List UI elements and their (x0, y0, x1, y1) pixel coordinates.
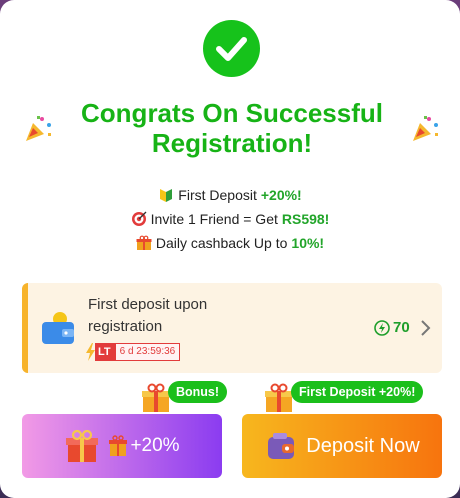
limited-time-badge: LT 6 d 23:59:36 (86, 343, 181, 361)
modal-title: Congrats On Successful Registration! (81, 98, 383, 158)
gift-box-icon (265, 383, 293, 412)
points-reward: 70 (374, 319, 410, 336)
wallet-icon (42, 312, 74, 344)
deposit-button-label: Deposit Now (306, 434, 420, 457)
bonus-tag: Bonus! (168, 381, 228, 403)
card-accent-bar (22, 283, 28, 373)
card-title: First deposit upon registration (88, 296, 208, 335)
bolt-coin-icon (374, 319, 390, 336)
gift-box-icon (66, 429, 99, 462)
badge-label: LT (95, 343, 115, 361)
perks-list: First Deposit +20%! Invite 1 Friend = Ge… (0, 183, 460, 255)
perk-highlight: RS598! (281, 211, 330, 227)
perk-text: Daily cashback Up to (155, 235, 288, 251)
lightning-icon (86, 343, 95, 361)
perk-invite-friend: Invite 1 Friend = Get RS598! (0, 207, 460, 231)
target-icon (131, 211, 147, 226)
perk-text: First Deposit (178, 187, 257, 203)
perk-highlight: +20%! (260, 187, 302, 203)
first-deposit-tag: First Deposit +20%! (291, 381, 424, 403)
first-deposit-card[interactable]: First deposit upon registration LT 6 d 2… (22, 283, 442, 373)
gift-icon (136, 235, 152, 250)
success-check-icon (203, 20, 260, 77)
registration-success-modal: Congrats On Successful Registration! Fir… (0, 0, 460, 498)
perk-first-deposit: First Deposit +20%! (0, 183, 460, 207)
perk-daily-cashback: Daily cashback Up to 10%! (0, 231, 460, 255)
gift-box-icon (142, 383, 170, 412)
perk-highlight: 10%! (291, 235, 325, 251)
bonus-button[interactable]: +20% (22, 414, 222, 478)
chevron-right-icon[interactable] (419, 319, 431, 337)
beginner-icon (160, 189, 173, 202)
deposit-now-button[interactable]: Deposit Now (242, 414, 442, 478)
perk-text: Invite 1 Friend = Get (150, 211, 278, 227)
party-popper-icon (26, 116, 51, 141)
gift-icon (109, 435, 128, 456)
party-popper-icon (413, 116, 438, 141)
wallet-icon (268, 433, 295, 459)
countdown-timer: 6 d 23:59:36 (114, 343, 181, 361)
points-value: 70 (393, 319, 410, 336)
bonus-button-label: +20% (130, 435, 180, 456)
